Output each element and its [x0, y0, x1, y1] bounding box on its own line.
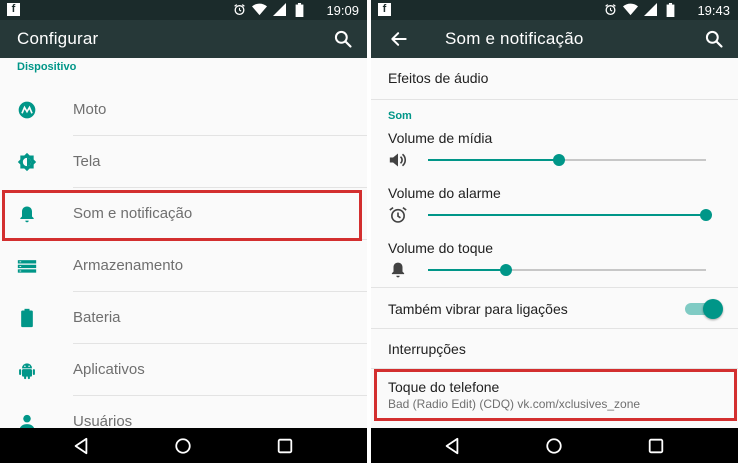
status-time: 19:09 — [326, 3, 359, 18]
settings-item-label: Bateria — [73, 309, 121, 326]
media-volume-row — [371, 150, 738, 170]
settings-item-label: Moto — [73, 101, 107, 118]
battery-status-icon — [292, 2, 307, 17]
settings-item-armazenamento[interactable]: Armazenamento — [0, 240, 367, 292]
media-volume-slider[interactable] — [428, 154, 706, 166]
status-time: 19:43 — [697, 3, 730, 18]
nav-recent-apps-icon[interactable] — [276, 437, 294, 455]
wifi-icon — [623, 2, 638, 17]
nav-back-icon[interactable] — [72, 437, 90, 455]
sound-notification-screen: f 19:43 Som e notificação Efeitos de áud… — [371, 0, 738, 463]
interruptions-item[interactable]: Interrupções — [388, 341, 466, 357]
ringer-volume-thumb[interactable] — [499, 264, 512, 276]
app-toolbar: Configurar — [0, 20, 367, 58]
settings-item-aplicativos[interactable]: Aplicativos — [0, 344, 367, 396]
alarm-volume-label: Volume do alarme — [388, 185, 501, 201]
back-arrow-icon[interactable] — [389, 29, 409, 49]
settings-screen: f 19:09 Configurar Dispositivo Moto Tela… — [0, 0, 367, 463]
alarm-volume-row — [371, 205, 738, 225]
media-volume-label: Volume de mídia — [388, 130, 493, 146]
section-header: Som — [388, 110, 412, 122]
alarm-status-icon — [232, 2, 247, 17]
status-bar: f 19:43 — [371, 0, 738, 20]
vibrate-for-calls-switch[interactable] — [685, 299, 723, 319]
nav-home-icon[interactable] — [174, 437, 192, 455]
search-icon[interactable] — [704, 29, 724, 49]
navigation-bar — [371, 428, 738, 463]
nav-back-icon[interactable] — [443, 437, 461, 455]
alarm-volume-thumb[interactable] — [700, 209, 712, 221]
nav-recent-apps-icon[interactable] — [647, 437, 665, 455]
highlight-box — [374, 369, 737, 421]
facebook-notification-icon: f — [7, 3, 20, 16]
moto-icon — [17, 100, 37, 120]
alarm-status-icon — [603, 2, 618, 17]
page-title: Configurar — [17, 29, 99, 48]
battery-icon — [17, 308, 37, 328]
alarm-icon — [388, 206, 408, 224]
section-header: Dispositivo — [17, 61, 77, 73]
android-icon — [17, 360, 37, 380]
status-bar: f 19:09 — [0, 0, 367, 20]
highlight-box — [2, 190, 362, 241]
settings-item-label: Tela — [73, 153, 101, 170]
facebook-notification-icon: f — [378, 3, 391, 16]
audio-effects-item[interactable]: Efeitos de áudio — [388, 70, 488, 86]
nav-home-icon[interactable] — [545, 437, 563, 455]
settings-item-label: Armazenamento — [73, 257, 184, 274]
ringer-volume-slider[interactable] — [428, 264, 706, 276]
storage-icon — [17, 256, 37, 276]
battery-status-icon — [663, 2, 678, 17]
settings-item-label: Aplicativos — [73, 361, 145, 378]
wifi-icon — [252, 2, 267, 17]
settings-item-bateria[interactable]: Bateria — [0, 292, 367, 344]
brightness-icon — [17, 152, 37, 172]
ringer-volume-row — [371, 260, 738, 280]
speaker-icon — [388, 151, 408, 169]
settings-item-tela[interactable]: Tela — [0, 136, 367, 188]
navigation-bar — [0, 428, 367, 463]
alarm-volume-slider[interactable] — [428, 209, 712, 221]
bell-icon — [388, 261, 408, 279]
settings-item-moto[interactable]: Moto — [0, 84, 367, 136]
search-icon[interactable] — [333, 29, 353, 49]
signal-icon — [643, 2, 658, 17]
app-toolbar: Som e notificação — [371, 20, 738, 58]
media-volume-thumb[interactable] — [552, 154, 565, 166]
vibrate-for-calls-label: Também vibrar para ligações — [388, 301, 568, 317]
ringer-volume-label: Volume do toque — [388, 240, 494, 256]
page-title: Som e notificação — [445, 29, 584, 48]
signal-icon — [272, 2, 287, 17]
